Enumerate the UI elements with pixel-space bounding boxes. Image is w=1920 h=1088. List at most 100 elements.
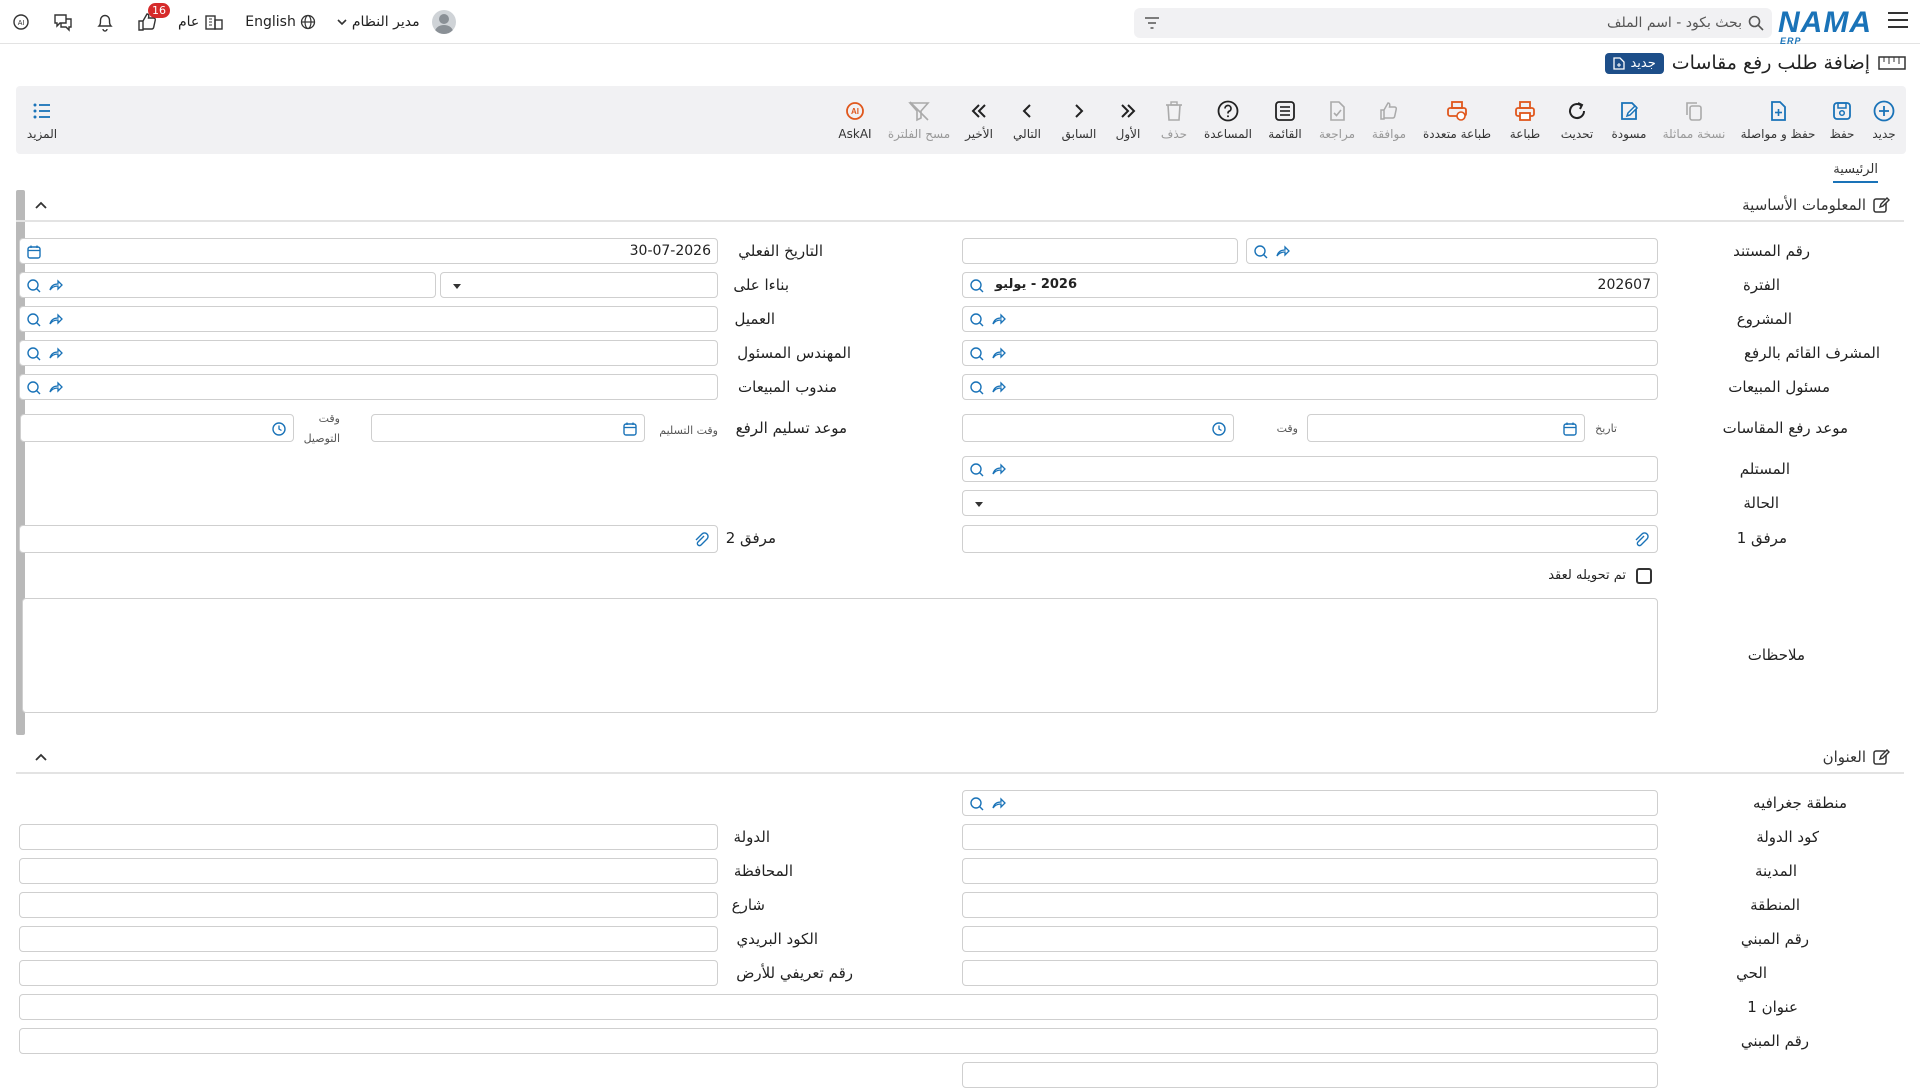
search-plus-icon[interactable]: [26, 346, 42, 362]
search-plus-icon[interactable]: [26, 380, 42, 396]
calendar-icon[interactable]: [622, 421, 638, 437]
chevron-up-icon[interactable]: [34, 750, 48, 764]
connect-time-field[interactable]: [20, 414, 294, 442]
menu-icon[interactable]: [1888, 12, 1908, 30]
calendar-icon[interactable]: [26, 244, 42, 260]
ai-button[interactable]: AI: [10, 0, 32, 44]
copy-button[interactable]: نسخة مماثلة: [1658, 86, 1730, 154]
first-button[interactable]: الأول: [1108, 86, 1148, 154]
area-field[interactable]: [962, 892, 1658, 918]
doc-number-field[interactable]: [1246, 238, 1658, 264]
likes-button[interactable]: 16: [136, 0, 170, 44]
delete-button[interactable]: حذف: [1154, 86, 1194, 154]
approve-button[interactable]: موافقة: [1366, 86, 1412, 154]
notes-textarea[interactable]: [22, 598, 1658, 713]
refresh-button[interactable]: تحديث: [1554, 86, 1600, 154]
paperclip-icon[interactable]: [693, 532, 709, 548]
district-field[interactable]: [962, 960, 1658, 986]
building-no-field[interactable]: [962, 926, 1658, 952]
converted-checkbox[interactable]: [1636, 568, 1652, 584]
based-on-field[interactable]: [19, 272, 436, 298]
askai-button[interactable]: AI AskAI: [830, 86, 880, 154]
save-button[interactable]: حفظ: [1822, 86, 1862, 154]
doc-number-suffix-field[interactable]: [962, 238, 1238, 264]
delivery-date-field[interactable]: [371, 414, 645, 442]
save-continue-button[interactable]: حفظ و مواصلة: [1736, 86, 1820, 154]
period-field[interactable]: 202607 2026 - يوليو: [962, 272, 1658, 298]
clear-filter-button[interactable]: مسح الفلترة: [886, 86, 952, 154]
attachment2-field[interactable]: [19, 525, 718, 553]
print-button[interactable]: طباعة: [1502, 86, 1548, 154]
search-plus-icon[interactable]: [969, 380, 985, 396]
filter-icon[interactable]: [1144, 15, 1160, 31]
address1-field[interactable]: [19, 994, 1658, 1020]
scope-switch[interactable]: عام: [178, 0, 225, 44]
notifications-button[interactable]: [94, 0, 116, 44]
share-icon[interactable]: [48, 312, 64, 328]
client-field[interactable]: [19, 306, 718, 332]
more-button[interactable]: المزيد: [22, 86, 62, 154]
draft-button[interactable]: مسودة: [1604, 86, 1654, 154]
chevron-up-icon[interactable]: [34, 198, 48, 212]
search-plus-icon[interactable]: [969, 346, 985, 362]
sales-manager-field[interactable]: [962, 374, 1658, 400]
city-field[interactable]: [962, 858, 1658, 884]
share-icon[interactable]: [48, 380, 64, 396]
tab-main[interactable]: الرئيسية: [1833, 162, 1878, 183]
address-section-header[interactable]: العنوان: [16, 742, 1904, 774]
project-field[interactable]: [962, 306, 1658, 332]
basic-info-section-header[interactable]: المعلومات الأساسية: [16, 190, 1904, 222]
search-plus-icon[interactable]: [26, 278, 42, 294]
search-plus-icon[interactable]: [969, 312, 985, 328]
user-menu[interactable]: مدير النظام: [336, 0, 456, 44]
clock-icon[interactable]: [1211, 421, 1227, 437]
share-icon[interactable]: [991, 380, 1007, 396]
search-plus-icon[interactable]: [969, 796, 985, 812]
share-icon[interactable]: [991, 346, 1007, 362]
share-icon[interactable]: [48, 278, 64, 294]
building-no-2-field[interactable]: [19, 1028, 1658, 1054]
search-plus-icon[interactable]: [1253, 244, 1269, 260]
partial-lookup-field[interactable]: [962, 1062, 1658, 1088]
clock-icon[interactable]: [271, 421, 287, 437]
geo-region-field[interactable]: [962, 790, 1658, 816]
previous-button[interactable]: السابق: [1056, 86, 1102, 154]
engineer-field[interactable]: [19, 340, 718, 366]
last-button[interactable]: الأخير: [956, 86, 1002, 154]
supervisor-field[interactable]: [962, 340, 1658, 366]
new-button[interactable]: جديد: [1864, 86, 1904, 154]
list-button[interactable]: القائمة: [1262, 86, 1308, 154]
province-field[interactable]: [19, 858, 718, 884]
messages-button[interactable]: [52, 0, 74, 44]
measure-time-field[interactable]: [962, 414, 1234, 442]
status-select[interactable]: [962, 490, 1658, 516]
attachment1-field[interactable]: [962, 525, 1658, 553]
based-on-type-select[interactable]: [440, 272, 718, 298]
help-button[interactable]: المساعدة: [1200, 86, 1256, 154]
next-button[interactable]: التالي: [1004, 86, 1050, 154]
share-icon[interactable]: [48, 346, 64, 362]
share-icon[interactable]: [991, 312, 1007, 328]
search-input[interactable]: [1182, 12, 1742, 34]
search-icon[interactable]: [1748, 15, 1764, 31]
multi-print-button[interactable]: طباعة متعددة: [1418, 86, 1496, 154]
review-button[interactable]: مراجعة: [1314, 86, 1360, 154]
search-plus-icon[interactable]: [26, 312, 42, 328]
search-plus-icon[interactable]: [969, 462, 985, 478]
paperclip-icon[interactable]: [1633, 532, 1649, 548]
search-plus-icon[interactable]: [969, 278, 985, 294]
country-field[interactable]: [19, 824, 718, 850]
share-icon[interactable]: [991, 462, 1007, 478]
postal-code-field[interactable]: [19, 926, 718, 952]
app-logo[interactable]: NAMA ERP: [1778, 6, 1872, 46]
language-switch[interactable]: English: [245, 0, 316, 44]
receiver-field[interactable]: [962, 456, 1658, 482]
measure-date-field[interactable]: [1307, 414, 1585, 442]
actual-date-field[interactable]: 30-07-2026: [19, 238, 718, 264]
sales-rep-field[interactable]: [19, 374, 718, 400]
calendar-icon[interactable]: [1562, 421, 1578, 437]
share-icon[interactable]: [1275, 244, 1291, 260]
share-icon[interactable]: [991, 796, 1007, 812]
street-field[interactable]: [19, 892, 718, 918]
land-id-field[interactable]: [19, 960, 718, 986]
